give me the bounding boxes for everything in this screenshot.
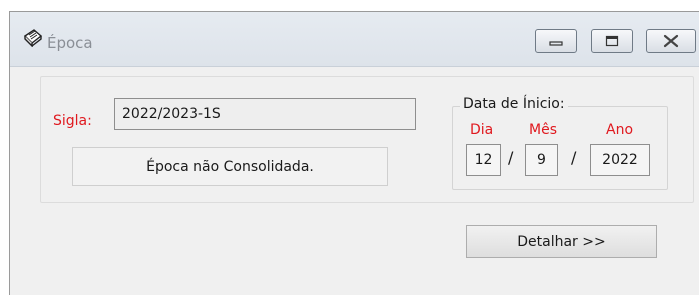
- minimize-icon: [549, 41, 563, 46]
- detail-button[interactable]: Detalhar >>: [466, 225, 657, 258]
- status-box: Época não Consolidada.: [72, 147, 388, 186]
- sigla-input[interactable]: 2022/2023-1S: [114, 98, 416, 130]
- window-title: Época: [47, 34, 93, 52]
- maximize-icon: [605, 35, 619, 47]
- epoca-window: Época Sigla: 2022/2023-1S Época não Cons…: [9, 11, 699, 295]
- sigla-label: Sigla:: [53, 113, 92, 129]
- date-separator: /: [508, 148, 514, 167]
- notepad-pencil-icon: [23, 29, 43, 47]
- minimize-button[interactable]: [535, 29, 577, 53]
- maximize-button[interactable]: [591, 29, 633, 53]
- day-input[interactable]: 12: [466, 144, 501, 176]
- year-label: Ano: [606, 122, 634, 138]
- month-label: Mês: [529, 122, 557, 138]
- start-date-legend: Data de Ínicio:: [460, 96, 568, 112]
- day-label: Dia: [470, 122, 494, 138]
- close-button[interactable]: [646, 29, 696, 53]
- month-input[interactable]: 9: [525, 144, 558, 176]
- date-separator: /: [571, 148, 577, 167]
- close-icon: [663, 34, 679, 48]
- title-bar[interactable]: Época: [10, 12, 699, 67]
- year-input[interactable]: 2022: [590, 144, 650, 176]
- window-client-area: Sigla: 2022/2023-1S Época não Consolidad…: [10, 68, 699, 295]
